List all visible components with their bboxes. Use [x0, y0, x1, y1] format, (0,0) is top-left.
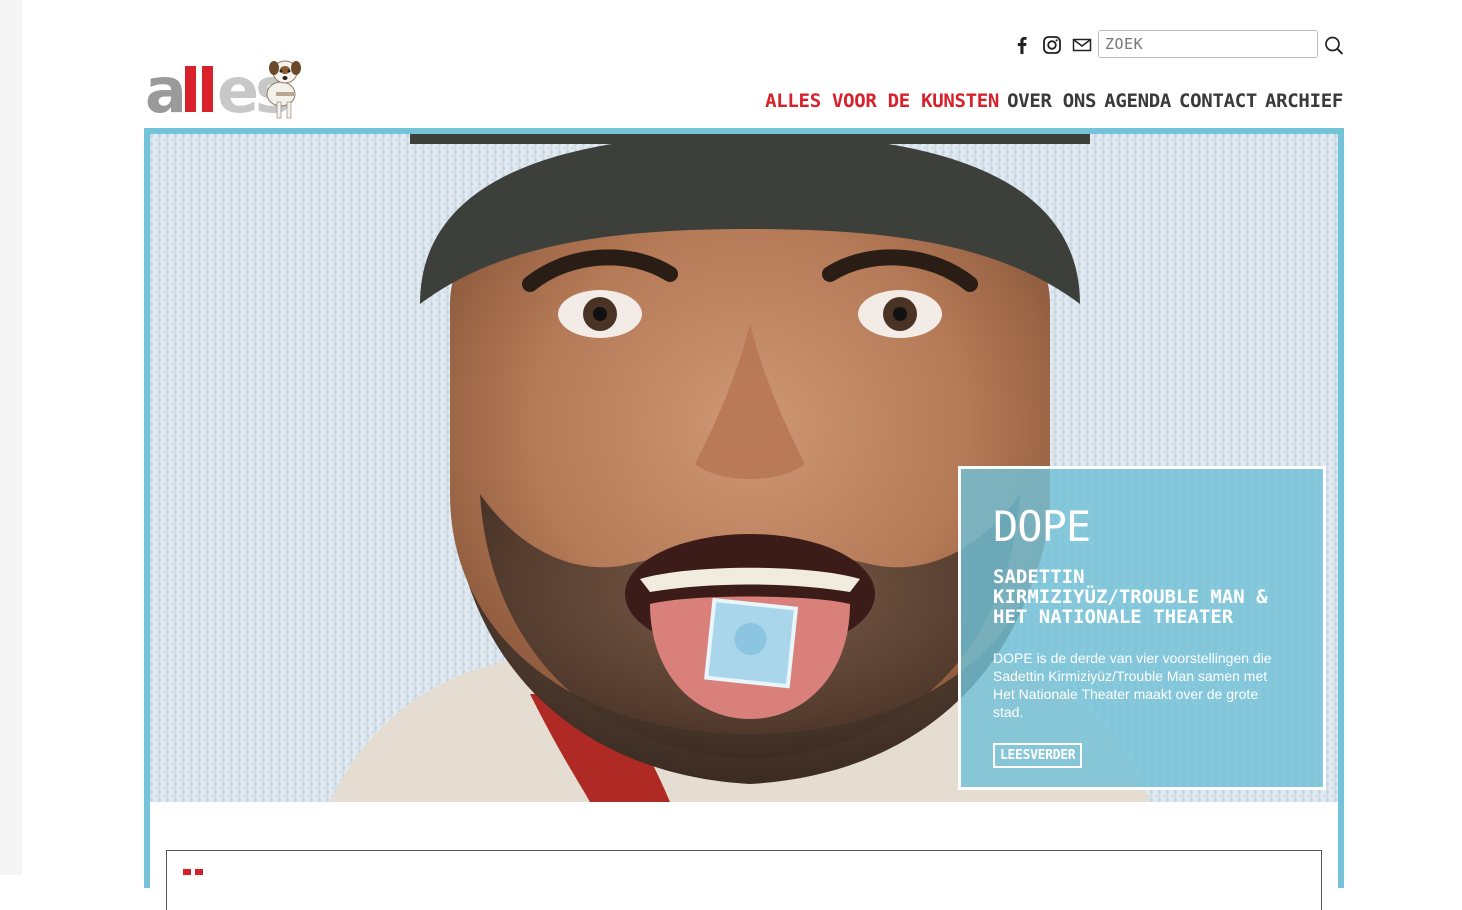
site-logo[interactable]: a es [145, 56, 331, 126]
read-more-button[interactable]: LEESVERDER [993, 743, 1083, 768]
logo-graphic: a es [145, 56, 301, 126]
svg-text:a: a [145, 56, 183, 126]
nav-item-archief[interactable]: ARCHIEF [1265, 90, 1343, 112]
nav-item-contact[interactable]: CONTACT [1179, 90, 1257, 112]
facebook-icon[interactable] [1012, 34, 1032, 56]
nav-item-agenda[interactable]: AGENDA [1104, 90, 1171, 112]
instagram-icon[interactable] [1042, 34, 1062, 56]
hero-subtitle: SADETTIN KIRMIZIYÜZ/TROUBLE MAN & HET NA… [993, 566, 1268, 628]
search-icon[interactable] [1323, 34, 1345, 56]
mail-icon[interactable] [1072, 34, 1092, 56]
nav-item-alles-voor-de-kunsten[interactable]: ALLES VOOR DE KUNSTEN [765, 90, 999, 112]
hero-frame: DOPE SADETTIN KIRMIZIYÜZ/TROUBLE MAN & H… [144, 128, 1344, 888]
content-section [166, 850, 1322, 910]
page: a es ZOEK ALLES VOOR DE KUNSTEN OVER ONS… [0, 0, 1462, 910]
hero-title[interactable]: DOPE [993, 505, 1291, 549]
section-marker [183, 869, 191, 875]
search-input[interactable] [1098, 30, 1318, 58]
social-links [1012, 34, 1092, 56]
nav-item-over-ons[interactable]: OVER ONS [1007, 90, 1096, 112]
main-nav: ALLES VOOR DE KUNSTEN OVER ONS AGENDA CO… [765, 90, 1343, 112]
hero-card: DOPE SADETTIN KIRMIZIYÜZ/TROUBLE MAN & H… [958, 466, 1326, 790]
hero-description: DOPE is de derde van vier voorstellingen… [993, 650, 1272, 720]
